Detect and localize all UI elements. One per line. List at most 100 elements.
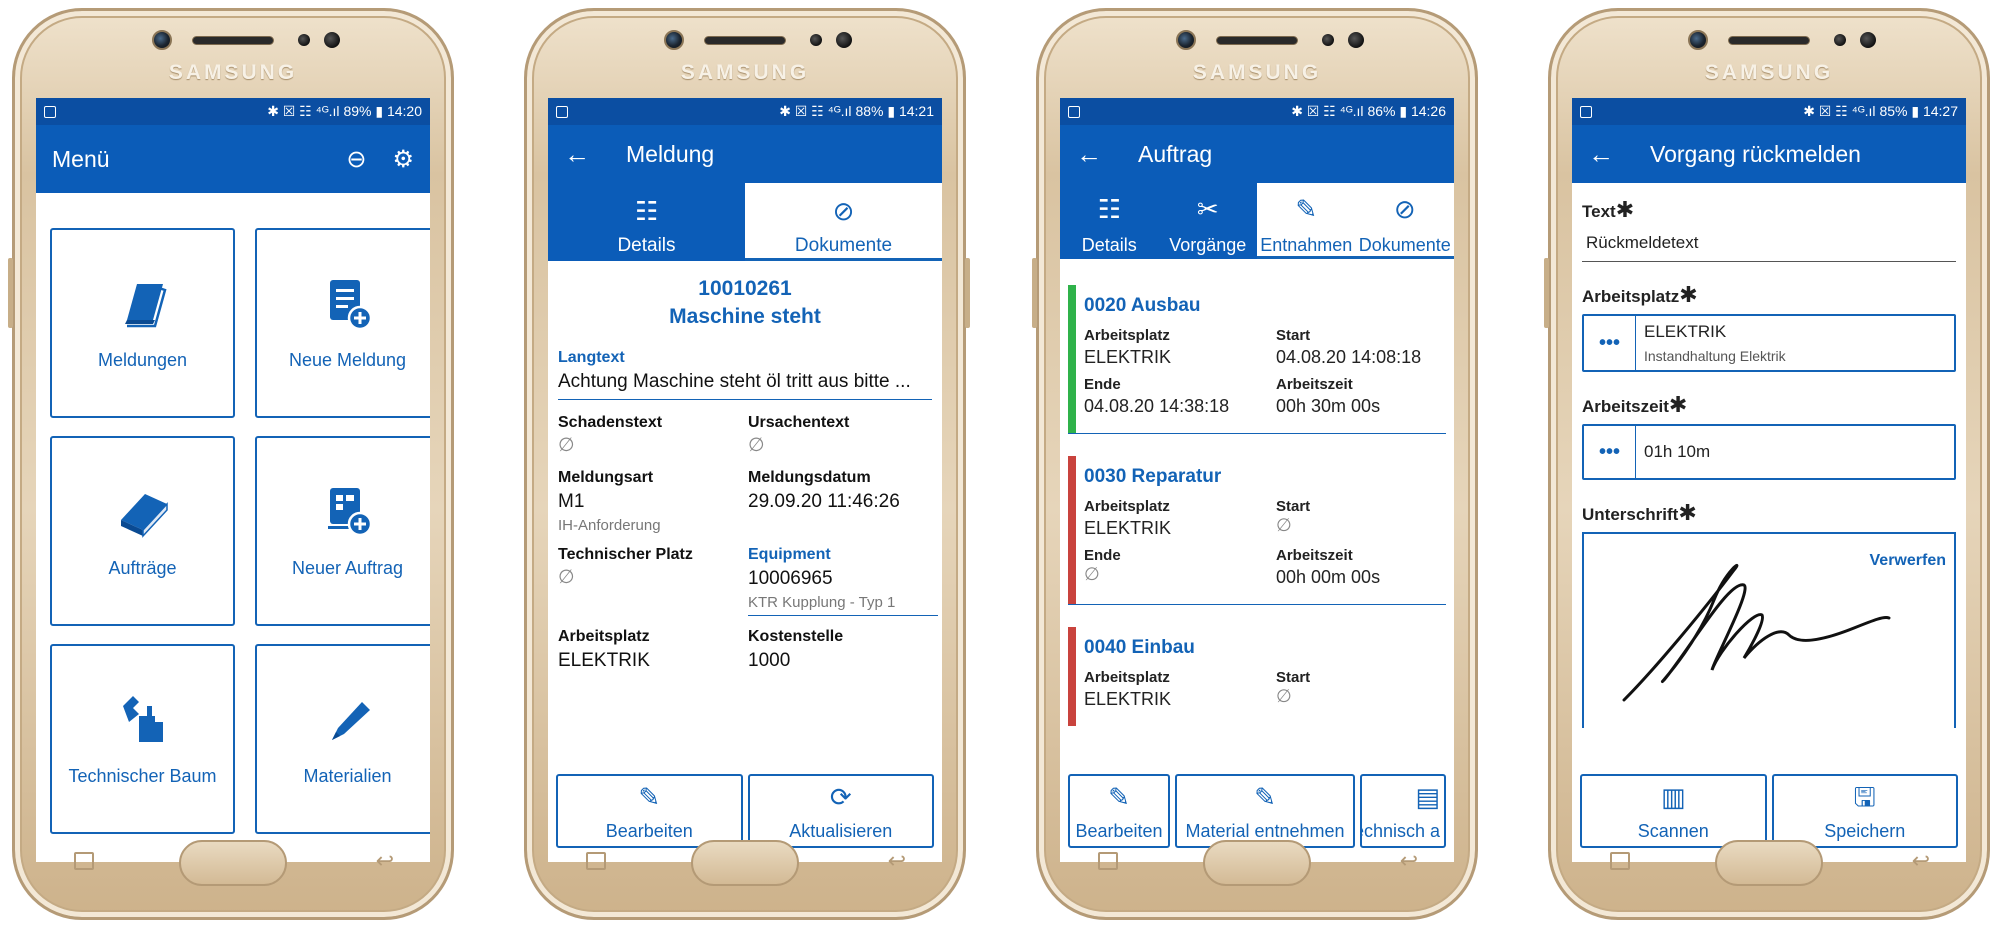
tile-neuer-auftrag[interactable]: Neuer Auftrag bbox=[255, 436, 430, 626]
notification-icon bbox=[1068, 105, 1080, 118]
tab-label: Details bbox=[1081, 235, 1137, 255]
unterschrift-label: Unterschrift✱ bbox=[1582, 500, 1697, 525]
recent-apps-icon[interactable] bbox=[74, 852, 94, 870]
tab-label: Dokumente bbox=[794, 235, 893, 256]
text-input[interactable]: Rückmeldetext bbox=[1582, 223, 1956, 262]
field-label: Ende bbox=[1084, 547, 1121, 564]
tile-meldungen[interactable]: Meldungen bbox=[50, 228, 235, 418]
tab-entnahmen[interactable]: ✎ Entnahmen bbox=[1257, 183, 1356, 259]
operations-list: 0020 Ausbau Arbeitsplatz ELEKTRIK Start 04… bbox=[1060, 285, 1454, 726]
tab-details[interactable]: ☷ Details bbox=[548, 183, 745, 261]
tab-details[interactable]: ☷ Details bbox=[1060, 183, 1159, 259]
home-button[interactable] bbox=[179, 840, 287, 886]
pencil-icon: ✎ bbox=[1108, 781, 1130, 812]
recent-apps-icon[interactable] bbox=[586, 852, 606, 870]
tile-technischer-baum[interactable]: Technischer Baum bbox=[50, 644, 235, 834]
front-camera-icon bbox=[1176, 30, 1196, 50]
field-label: Arbeitsplatz bbox=[1084, 498, 1170, 515]
tile-materialien[interactable]: Materialien bbox=[255, 644, 430, 834]
closed-book-icon bbox=[120, 493, 168, 538]
home-button[interactable] bbox=[691, 840, 799, 886]
pencil-icon: ✎ bbox=[638, 781, 661, 812]
more-icon[interactable]: ••• bbox=[1584, 316, 1636, 370]
back-arrow-icon[interactable]: ← bbox=[564, 139, 590, 170]
logout-icon[interactable]: ⊖ bbox=[346, 145, 366, 174]
screen: ✱ ☒ ☷ ⁴ᴳ.ıl 85% ▮ 14:27 ← Vorgang rückme… bbox=[1572, 98, 1966, 862]
phone-auftrag: SAMSUNG ✱ ☒ ☷ ⁴ᴳ.ıl 86% ▮ 14:26 ← Auftra… bbox=[1032, 8, 1478, 920]
sensor-icon bbox=[1860, 32, 1876, 48]
page-title: Meldung bbox=[626, 140, 715, 167]
back-arrow-icon[interactable]: ← bbox=[1588, 139, 1614, 170]
field-meldungsdatum: Meldungsdatum 29.09.20 11:46:26 bbox=[748, 469, 938, 534]
back-arrow-icon[interactable]: ← bbox=[1076, 139, 1102, 170]
book-icon bbox=[124, 283, 167, 327]
sensor-icon bbox=[810, 34, 822, 46]
page-title: Menü bbox=[52, 145, 110, 172]
recent-apps-icon[interactable] bbox=[1098, 852, 1118, 870]
home-button[interactable] bbox=[1203, 840, 1311, 886]
app-bar: ← Vorgang rückmelden bbox=[1572, 125, 1966, 183]
field-equipment[interactable]: Equipment 10006965 KTR Kupplung - Typ 1 bbox=[748, 546, 938, 616]
material-withdrawal-icon: ✎ bbox=[1254, 781, 1276, 812]
phone-menu: SAMSUNG ✱ ☒ ☷ ⁴ᴳ.ıl 89% ▮ 14:20 Menü ⊖ ⚙… bbox=[8, 8, 454, 920]
screen: ✱ ☒ ☷ ⁴ᴳ.ıl 89% ▮ 14:20 Menü ⊖ ⚙ Meldung… bbox=[36, 98, 430, 862]
app-bar: Menü ⊖ ⚙ bbox=[36, 125, 430, 193]
text-label: Text✱ bbox=[1582, 197, 1635, 222]
screen: ✱ ☒ ☷ ⁴ᴳ.ıl 88% ▮ 14:21 ← Meldung ☷ Deta… bbox=[548, 98, 942, 862]
back-icon[interactable]: ↩ bbox=[1912, 848, 1930, 874]
arbeitszeit-field[interactable]: ••• 01h 10m bbox=[1582, 424, 1956, 480]
field-technischer-platz: Technischer Platz ∅ bbox=[558, 546, 748, 616]
field-label: Technischer Platz bbox=[558, 546, 693, 563]
gear-icon[interactable]: ⚙ bbox=[392, 145, 414, 174]
field-label: Arbeitsplatz bbox=[1084, 327, 1170, 344]
field-value: 29.09.20 11:46:26 bbox=[748, 491, 900, 512]
tab-label: Entnahmen bbox=[1260, 235, 1353, 255]
tile-neue-meldung[interactable]: Neue Meldung bbox=[255, 228, 430, 418]
arbeitsplatz-field[interactable]: ••• ELEKTRIK Instandhaltung Elektrik bbox=[1582, 314, 1956, 372]
back-icon[interactable]: ↩ bbox=[1400, 848, 1418, 874]
status-bar: ✱ ☒ ☷ ⁴ᴳ.ıl 88% ▮ 14:21 bbox=[548, 98, 942, 125]
front-camera-icon bbox=[152, 30, 172, 50]
tile-label: Neue Meldung bbox=[288, 349, 407, 370]
field-label: Arbeitszeit bbox=[1276, 547, 1353, 564]
field-value: 01h 10m bbox=[1644, 442, 1711, 461]
tile-auftraege[interactable]: Aufträge bbox=[50, 436, 235, 626]
field-value: 1000 bbox=[748, 650, 791, 671]
wrench-icon: ✂ bbox=[1196, 194, 1219, 224]
notification-icon bbox=[556, 105, 568, 118]
phone-top-bezel bbox=[12, 30, 454, 54]
tile-label: Technischer Baum bbox=[68, 765, 217, 786]
back-icon[interactable]: ↩ bbox=[376, 848, 394, 874]
status-info: ✱ ☒ ☷ ⁴ᴳ.ıl 86% ▮ 14:26 bbox=[1291, 103, 1446, 119]
tab-vorgaenge[interactable]: ✂ Vorgänge bbox=[1159, 183, 1258, 259]
document-icon: ▤ bbox=[1415, 781, 1440, 812]
list-item[interactable]: 0040 Einbau Arbeitsplatz ELEKTRIK Start ∅ bbox=[1068, 627, 1446, 726]
screen: ✱ ☒ ☷ ⁴ᴳ.ıl 86% ▮ 14:26 ← Auftrag ☷ Deta… bbox=[1060, 98, 1454, 862]
field-label: Meldungsart bbox=[558, 469, 654, 486]
speaker-grille bbox=[1216, 36, 1298, 45]
back-icon[interactable]: ↩ bbox=[888, 848, 906, 874]
empty-value: ∅ bbox=[1084, 564, 1100, 584]
tile-label: Neuer Auftrag bbox=[291, 557, 404, 578]
list-icon: ☷ bbox=[634, 196, 659, 226]
more-icon[interactable]: ••• bbox=[1584, 426, 1636, 478]
empty-value: ∅ bbox=[558, 567, 575, 588]
status-info: ✱ ☒ ☷ ⁴ᴳ.ıl 88% ▮ 14:21 bbox=[779, 103, 934, 119]
status-info: ✱ ☒ ☷ ⁴ᴳ.ıl 89% ▮ 14:20 bbox=[267, 103, 422, 119]
field-label: Ursachentext bbox=[748, 414, 850, 431]
signature-pad[interactable]: Verwerfen bbox=[1582, 532, 1956, 728]
home-button[interactable] bbox=[1715, 840, 1823, 886]
tile-label: Meldungen bbox=[97, 349, 188, 370]
list-item[interactable]: 0030 Reparatur Arbeitsplatz ELEKTRIK Star… bbox=[1068, 456, 1446, 605]
recent-apps-icon[interactable] bbox=[1610, 852, 1630, 870]
brand-logo: SAMSUNG bbox=[680, 61, 810, 84]
list-item[interactable]: 0020 Ausbau Arbeitsplatz ELEKTRIK Start 04… bbox=[1068, 285, 1446, 434]
field-label: Equipment bbox=[748, 546, 831, 563]
sensor-icon bbox=[298, 34, 310, 46]
field-value: 04.08.20 14:08:18 bbox=[1276, 347, 1422, 367]
phone-top-bezel bbox=[1036, 30, 1478, 54]
tab-dokumente[interactable]: ⊘ Dokumente bbox=[745, 183, 942, 261]
langtext-value[interactable]: Achtung Maschine steht öl tritt aus bitt… bbox=[558, 371, 932, 400]
paperclip-icon: ⊘ bbox=[1393, 194, 1416, 224]
tab-dokumente[interactable]: ⊘ Dokumente bbox=[1355, 183, 1454, 259]
